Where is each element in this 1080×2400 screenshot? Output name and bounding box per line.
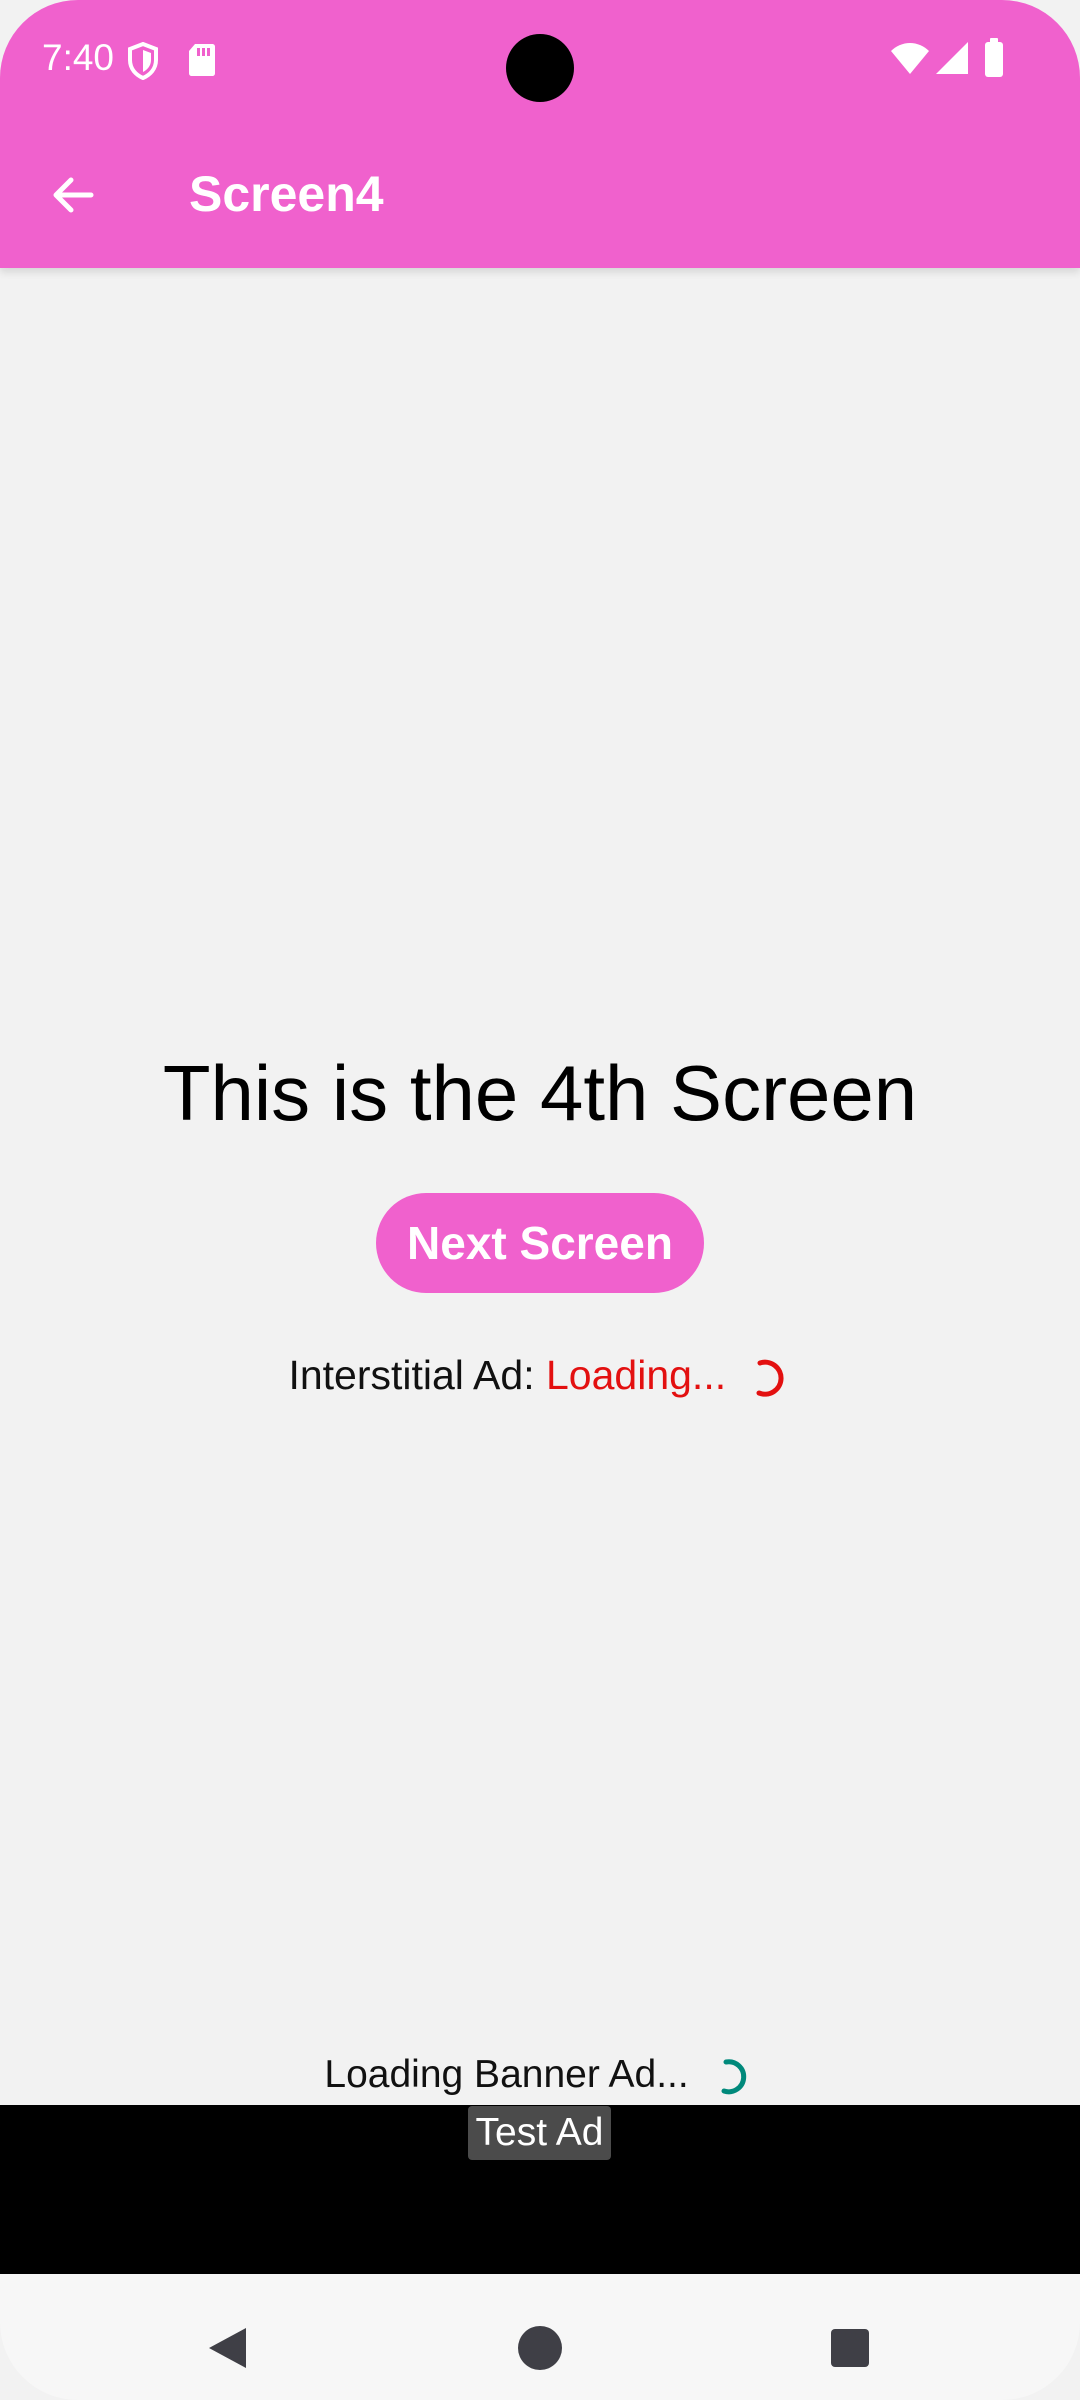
status-time: 7:40 — [42, 37, 115, 78]
next-screen-button[interactable]: Next Screen — [376, 1193, 704, 1293]
banner-loading-status: Loading Banner Ad... — [0, 2048, 1080, 2102]
arrow-left-icon — [53, 177, 94, 213]
app-screen: 7:40 Screen4 This is the 4th Screen Next… — [0, 0, 1080, 2400]
page-title: Screen4 — [189, 166, 384, 222]
nav-recents-button[interactable] — [818, 2316, 882, 2380]
main-content — [0, 268, 1080, 2104]
nav-home-button[interactable] — [508, 2316, 572, 2380]
home-circle-icon — [518, 2326, 562, 2370]
top-app-bar: 7:40 Screen4 — [0, 0, 1080, 268]
loading-spinner-icon — [756, 1359, 784, 1397]
battery-icon — [985, 38, 1003, 77]
interstitial-loading-text: Loading... — [546, 1352, 727, 1398]
wifi-icon — [891, 43, 929, 74]
front-camera — [506, 34, 574, 102]
interstitial-ad-label: Interstitial Ad: — [288, 1352, 535, 1398]
nav-back-button[interactable] — [196, 2316, 260, 2380]
back-triangle-icon — [209, 2328, 246, 2368]
screen-headline: This is the 4th Screen — [162, 1049, 918, 1137]
signal-icon — [936, 42, 968, 74]
interstitial-ad-status: Interstitial Ad: Loading... — [0, 1347, 1080, 1403]
recents-square-icon — [831, 2329, 869, 2367]
banner-loading-text: Loading Banner Ad... — [324, 2053, 689, 2096]
banner-spinner-icon — [721, 2058, 746, 2094]
shield-icon — [128, 42, 158, 80]
sd-card-icon — [189, 44, 215, 76]
back-button[interactable] — [38, 160, 108, 230]
test-ad-label: Test Ad — [468, 2106, 611, 2160]
status-bar: 7:40 — [0, 0, 1080, 120]
